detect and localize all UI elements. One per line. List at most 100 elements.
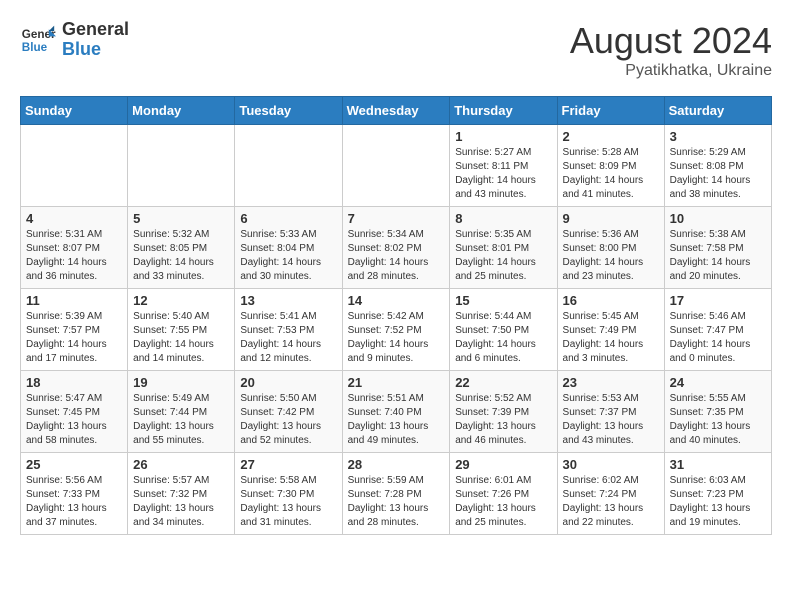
day-info: Sunrise: 5:41 AM Sunset: 7:53 PM Dayligh… [240, 310, 336, 366]
day-number: 13 [240, 293, 336, 308]
day-number: 23 [563, 375, 659, 390]
calendar-cell: 29 Sunrise: 6:01 AM Sunset: 7:26 PM Dayli… [450, 453, 557, 535]
calendar-cell: 23 Sunrise: 5:53 AM Sunset: 7:37 PM Dayli… [557, 371, 664, 453]
calendar-cell: 2 Sunrise: 5:28 AM Sunset: 8:09 PM Daylig… [557, 125, 664, 207]
day-info: Sunrise: 5:58 AM Sunset: 7:30 PM Dayligh… [240, 474, 336, 530]
day-number: 27 [240, 457, 336, 472]
day-info: Sunrise: 5:50 AM Sunset: 7:42 PM Dayligh… [240, 392, 336, 448]
day-number: 3 [670, 129, 766, 144]
calendar-cell [342, 125, 450, 207]
calendar-cell: 16 Sunrise: 5:45 AM Sunset: 7:49 PM Dayli… [557, 289, 664, 371]
calendar-cell: 15 Sunrise: 5:44 AM Sunset: 7:50 PM Dayli… [450, 289, 557, 371]
calendar-cell: 12 Sunrise: 5:40 AM Sunset: 7:55 PM Dayli… [128, 289, 235, 371]
day-number: 1 [455, 129, 551, 144]
day-info: Sunrise: 5:28 AM Sunset: 8:09 PM Dayligh… [563, 146, 659, 202]
day-number: 16 [563, 293, 659, 308]
weekday-header-friday: Friday [557, 97, 664, 125]
day-info: Sunrise: 6:03 AM Sunset: 7:23 PM Dayligh… [670, 474, 766, 530]
day-number: 19 [133, 375, 229, 390]
calendar-cell: 8 Sunrise: 5:35 AM Sunset: 8:01 PM Daylig… [450, 207, 557, 289]
day-number: 6 [240, 211, 336, 226]
calendar-cell [21, 125, 128, 207]
calendar-table: SundayMondayTuesdayWednesdayThursdayFrid… [20, 96, 772, 535]
calendar-cell: 7Sunrise: 5:34 AM Sunset: 8:02 PM Daylig… [342, 207, 450, 289]
day-info: Sunrise: 5:44 AM Sunset: 7:50 PM Dayligh… [455, 310, 551, 366]
weekday-header-saturday: Saturday [664, 97, 771, 125]
day-number: 8 [455, 211, 551, 226]
calendar-cell: 30 Sunrise: 6:02 AM Sunset: 7:24 PM Dayli… [557, 453, 664, 535]
day-number: 25 [26, 457, 122, 472]
day-number: 4 [26, 211, 122, 226]
day-info: Sunrise: 5:27 AM Sunset: 8:11 PM Dayligh… [455, 146, 551, 202]
day-info: Sunrise: 5:31 AM Sunset: 8:07 PM Dayligh… [26, 228, 122, 284]
calendar-cell: 31 Sunrise: 6:03 AM Sunset: 7:23 PM Dayli… [664, 453, 771, 535]
day-number: 5 [133, 211, 229, 226]
day-number: 15 [455, 293, 551, 308]
calendar-cell: 3 Sunrise: 5:29 AM Sunset: 8:08 PM Daylig… [664, 125, 771, 207]
day-info: Sunrise: 5:42 AM Sunset: 7:52 PM Dayligh… [348, 310, 445, 366]
day-info: Sunrise: 6:01 AM Sunset: 7:26 PM Dayligh… [455, 474, 551, 530]
day-info: Sunrise: 5:51 AM Sunset: 7:40 PM Dayligh… [348, 392, 445, 448]
day-info: Sunrise: 5:56 AM Sunset: 7:33 PM Dayligh… [26, 474, 122, 530]
calendar-cell: 10 Sunrise: 5:38 AM Sunset: 7:58 PM Dayli… [664, 207, 771, 289]
calendar-week-1: 1 Sunrise: 5:27 AM Sunset: 8:11 PM Daylig… [21, 125, 772, 207]
calendar-cell: 26Sunrise: 5:57 AM Sunset: 7:32 PM Dayli… [128, 453, 235, 535]
calendar-week-2: 4 Sunrise: 5:31 AM Sunset: 8:07 PM Daylig… [21, 207, 772, 289]
calendar-cell: 19 Sunrise: 5:49 AM Sunset: 7:44 PM Dayli… [128, 371, 235, 453]
calendar-cell: 11 Sunrise: 5:39 AM Sunset: 7:57 PM Dayli… [21, 289, 128, 371]
calendar-cell: 18Sunrise: 5:47 AM Sunset: 7:45 PM Dayli… [21, 371, 128, 453]
day-info: Sunrise: 5:40 AM Sunset: 7:55 PM Dayligh… [133, 310, 229, 366]
day-number: 22 [455, 375, 551, 390]
day-number: 12 [133, 293, 229, 308]
calendar-cell: 22 Sunrise: 5:52 AM Sunset: 7:39 PM Dayli… [450, 371, 557, 453]
day-number: 20 [240, 375, 336, 390]
day-info: Sunrise: 5:45 AM Sunset: 7:49 PM Dayligh… [563, 310, 659, 366]
calendar-cell [128, 125, 235, 207]
day-info: Sunrise: 5:46 AM Sunset: 7:47 PM Dayligh… [670, 310, 766, 366]
day-number: 2 [563, 129, 659, 144]
calendar-week-5: 25 Sunrise: 5:56 AM Sunset: 7:33 PM Dayli… [21, 453, 772, 535]
day-info: Sunrise: 5:38 AM Sunset: 7:58 PM Dayligh… [670, 228, 766, 284]
day-info: Sunrise: 5:35 AM Sunset: 8:01 PM Dayligh… [455, 228, 551, 284]
day-number: 14 [348, 293, 445, 308]
day-number: 31 [670, 457, 766, 472]
day-number: 30 [563, 457, 659, 472]
calendar-cell: 6Sunrise: 5:33 AM Sunset: 8:04 PM Daylig… [235, 207, 342, 289]
logo-general-text: General [62, 20, 129, 40]
day-info: Sunrise: 5:34 AM Sunset: 8:02 PM Dayligh… [348, 228, 445, 284]
logo-icon: General Blue [20, 22, 56, 58]
day-info: Sunrise: 6:02 AM Sunset: 7:24 PM Dayligh… [563, 474, 659, 530]
day-number: 17 [670, 293, 766, 308]
day-info: Sunrise: 5:29 AM Sunset: 8:08 PM Dayligh… [670, 146, 766, 202]
day-info: Sunrise: 5:49 AM Sunset: 7:44 PM Dayligh… [133, 392, 229, 448]
calendar-cell: 21Sunrise: 5:51 AM Sunset: 7:40 PM Dayli… [342, 371, 450, 453]
calendar-cell: 4 Sunrise: 5:31 AM Sunset: 8:07 PM Daylig… [21, 207, 128, 289]
day-info: Sunrise: 5:36 AM Sunset: 8:00 PM Dayligh… [563, 228, 659, 284]
svg-text:Blue: Blue [22, 41, 48, 54]
day-number: 28 [348, 457, 445, 472]
day-number: 11 [26, 293, 122, 308]
calendar-cell: 24Sunrise: 5:55 AM Sunset: 7:35 PM Dayli… [664, 371, 771, 453]
weekday-header-sunday: Sunday [21, 97, 128, 125]
calendar-cell: 1 Sunrise: 5:27 AM Sunset: 8:11 PM Daylig… [450, 125, 557, 207]
day-number: 18 [26, 375, 122, 390]
weekday-header-wednesday: Wednesday [342, 97, 450, 125]
day-number: 10 [670, 211, 766, 226]
day-number: 9 [563, 211, 659, 226]
day-info: Sunrise: 5:53 AM Sunset: 7:37 PM Dayligh… [563, 392, 659, 448]
day-info: Sunrise: 5:39 AM Sunset: 7:57 PM Dayligh… [26, 310, 122, 366]
calendar-cell: 28Sunrise: 5:59 AM Sunset: 7:28 PM Dayli… [342, 453, 450, 535]
day-info: Sunrise: 5:32 AM Sunset: 8:05 PM Dayligh… [133, 228, 229, 284]
day-number: 29 [455, 457, 551, 472]
calendar-cell: 27 Sunrise: 5:58 AM Sunset: 7:30 PM Dayli… [235, 453, 342, 535]
calendar-cell: 9 Sunrise: 5:36 AM Sunset: 8:00 PM Daylig… [557, 207, 664, 289]
title-block: August 2024 Pyatikhatka, Ukraine [570, 20, 772, 80]
logo-blue-text: Blue [62, 40, 129, 60]
calendar-cell: 20 Sunrise: 5:50 AM Sunset: 7:42 PM Dayli… [235, 371, 342, 453]
weekday-header-tuesday: Tuesday [235, 97, 342, 125]
calendar-cell: 14 Sunrise: 5:42 AM Sunset: 7:52 PM Dayli… [342, 289, 450, 371]
calendar-cell: 5 Sunrise: 5:32 AM Sunset: 8:05 PM Daylig… [128, 207, 235, 289]
location: Pyatikhatka, Ukraine [570, 62, 772, 80]
logo: General Blue General Blue [20, 20, 129, 60]
day-info: Sunrise: 5:52 AM Sunset: 7:39 PM Dayligh… [455, 392, 551, 448]
